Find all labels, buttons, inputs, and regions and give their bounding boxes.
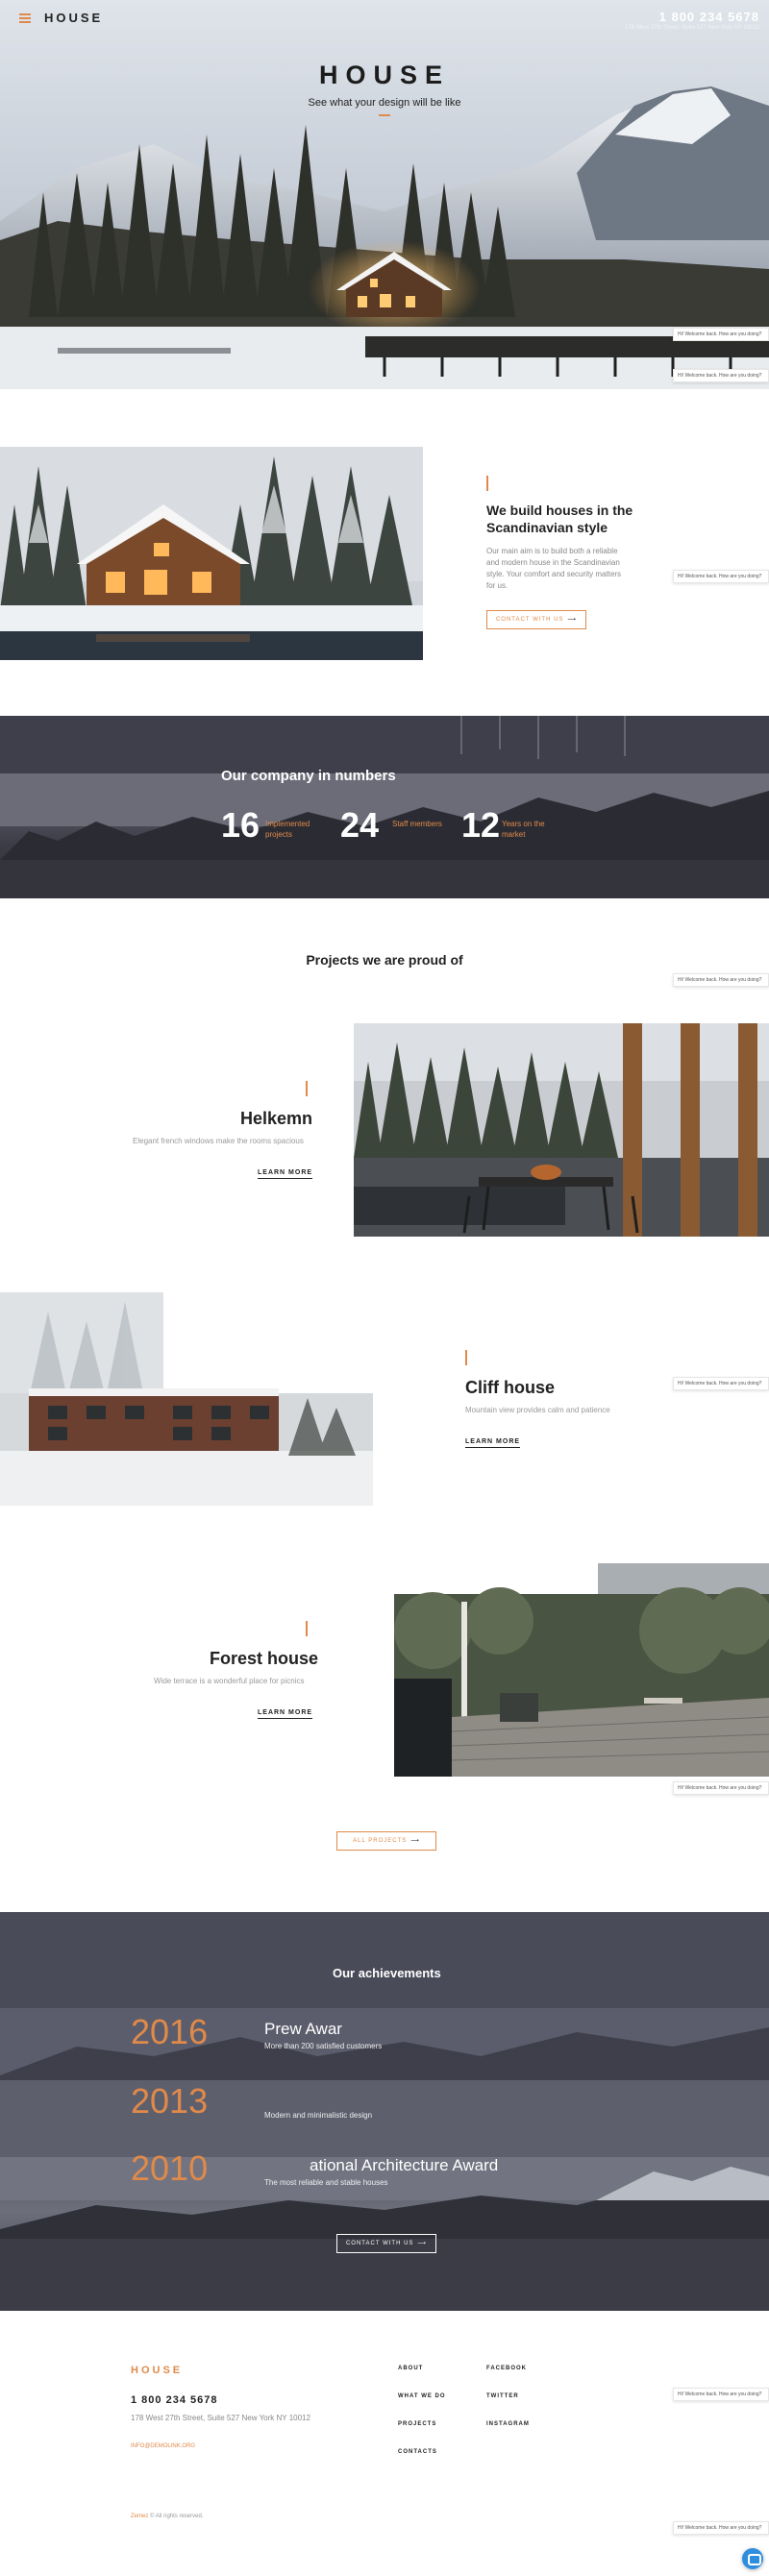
achievement-award: ational Architecture Award bbox=[310, 2156, 499, 2174]
footer-link-facebook[interactable]: FACEBOOK bbox=[486, 2366, 527, 2371]
copyright-brand[interactable]: Zemez bbox=[131, 2514, 148, 2519]
about-title: We build houses in the Scandinavian styl… bbox=[486, 503, 633, 535]
projects-section-title: Projects we are proud of bbox=[306, 952, 463, 968]
footer-copyright: Zemez © All rights reserved. bbox=[131, 2514, 203, 2519]
footer-link-instagram[interactable]: INSTAGRAM bbox=[486, 2421, 530, 2427]
footer-link-contacts[interactable]: CONTACTS bbox=[398, 2449, 437, 2455]
arrow-right-icon: ⟶ bbox=[417, 2241, 428, 2246]
footer-logo[interactable]: HOUSE bbox=[131, 2365, 183, 2376]
footer-phone[interactable]: 1 800 234 5678 bbox=[131, 2394, 217, 2406]
achievement-description: The most reliable and stable houses bbox=[264, 2178, 388, 2187]
chat-popup[interactable]: Hi! Welcome back. How are you doing? bbox=[673, 369, 769, 382]
learn-more-link[interactable]: LEARN MORE bbox=[258, 1169, 313, 1179]
achievement-year: 2010 bbox=[131, 2148, 209, 2188]
stat-label: Staff members bbox=[392, 820, 442, 828]
project-image-helkemn[interactable] bbox=[354, 1023, 769, 1237]
accent-bar bbox=[465, 1350, 467, 1365]
project-title[interactable]: Helkemn bbox=[240, 1109, 312, 1129]
project-image-forest-house[interactable] bbox=[394, 1563, 769, 1777]
stat-label: Years on the market bbox=[502, 820, 545, 839]
accent-bar bbox=[486, 476, 488, 491]
footer-link-about[interactable]: ABOUT bbox=[398, 2366, 423, 2371]
project-description: Elegant french windows make the rooms sp… bbox=[133, 1137, 304, 1145]
chat-popup[interactable]: Hi! Welcome back. How are you doing? bbox=[673, 2521, 769, 2535]
accent-bar bbox=[306, 1621, 308, 1636]
contact-button-label: CONTACT WITH US bbox=[495, 617, 564, 623]
achievement-description: More than 200 satisfied customers bbox=[264, 2042, 383, 2050]
chat-popup[interactable]: Hi! Welcome back. How are you doing? bbox=[673, 1377, 769, 1390]
footer-address: 178 West 27th Street, Suite 527 New York… bbox=[131, 2414, 310, 2422]
all-projects-button[interactable]: ALL PROJECTS ⟶ bbox=[336, 1831, 436, 1851]
learn-more-link[interactable]: LEARN MORE bbox=[258, 1709, 313, 1719]
chat-widget-icon[interactable] bbox=[742, 2548, 763, 2569]
hero-landscape-image bbox=[0, 0, 769, 389]
footer-email-link[interactable]: INFO@DEMOLINK.ORG bbox=[131, 2443, 195, 2449]
achievement-award: Prew Awar bbox=[264, 2020, 342, 2038]
project-title[interactable]: Cliff house bbox=[465, 1378, 555, 1398]
project-description: Mountain view provides calm and patience bbox=[465, 1406, 610, 1414]
hero-title: HOUSE bbox=[318, 61, 451, 89]
project-description: Wide terrace is a wonderful place for pi… bbox=[154, 1677, 305, 1685]
accent-divider bbox=[379, 114, 390, 116]
footer-link-what-we-do[interactable]: WHAT WE DO bbox=[398, 2393, 446, 2399]
site-logo[interactable]: HOUSE bbox=[44, 11, 103, 25]
header-address: 178 West 27th Street, Suite 527 New York… bbox=[624, 25, 759, 31]
arrow-right-icon: ⟶ bbox=[567, 617, 578, 623]
stat-value: 12 bbox=[461, 805, 501, 845]
footer-link-twitter[interactable]: TWITTER bbox=[486, 2393, 519, 2399]
top-navigation-bar: HOUSE 1 800 234 5678 178 West 27th Stree… bbox=[0, 0, 769, 38]
hero-section: HOUSE 1 800 234 5678 178 West 27th Stree… bbox=[0, 0, 769, 389]
company-numbers-section: Our company in numbers 16 Implemented pr… bbox=[0, 716, 769, 898]
stat-value: 16 bbox=[221, 805, 260, 845]
contact-with-us-button[interactable]: CONTACT WITH US ⟶ bbox=[336, 2234, 436, 2253]
arrow-right-icon: ⟶ bbox=[410, 1838, 420, 1844]
learn-more-link[interactable]: LEARN MORE bbox=[465, 1438, 521, 1448]
contact-button-label: CONTACT WITH US bbox=[345, 2241, 414, 2246]
chat-popup[interactable]: Hi! Welcome back. How are you doing? bbox=[673, 1781, 769, 1795]
copyright-text: © All rights reserved. bbox=[150, 2514, 204, 2519]
about-description: Our main aim is to build both a reliable… bbox=[486, 547, 622, 590]
numbers-title: Our company in numbers bbox=[221, 768, 396, 784]
contact-with-us-button[interactable]: CONTACT WITH US ⟶ bbox=[486, 610, 586, 629]
achievement-description: Modern and minimalistic design bbox=[264, 2111, 373, 2120]
project-title[interactable]: Forest house bbox=[210, 1649, 318, 1669]
chat-popup[interactable]: Hi! Welcome back. How are you doing? bbox=[673, 2388, 769, 2401]
hero-subtitle: See what your design will be like bbox=[308, 97, 461, 109]
stat-label: Implemented projects bbox=[265, 820, 310, 839]
chat-popup[interactable]: Hi! Welcome back. How are you doing? bbox=[673, 570, 769, 583]
chat-popup[interactable]: Hi! Welcome back. How are you doing? bbox=[673, 973, 769, 987]
project-image-cliff-house[interactable] bbox=[0, 1292, 373, 1506]
achievements-title: Our achievements bbox=[333, 1966, 441, 1980]
header-phone[interactable]: 1 800 234 5678 bbox=[659, 10, 759, 24]
stat-value: 24 bbox=[340, 805, 380, 845]
achievements-section: Our achievements 2016 Prew Awar More tha… bbox=[0, 1912, 769, 2311]
menu-icon[interactable] bbox=[19, 13, 31, 23]
chat-popup[interactable]: Hi! Welcome back. How are you doing? bbox=[673, 328, 769, 341]
accent-bar bbox=[306, 1081, 308, 1096]
all-projects-button-label: ALL PROJECTS bbox=[353, 1838, 408, 1844]
achievement-year: 2016 bbox=[131, 2012, 209, 2051]
about-house-image bbox=[0, 447, 423, 660]
achievement-year: 2013 bbox=[131, 2081, 209, 2121]
lake-background-image bbox=[0, 716, 769, 898]
footer-link-projects[interactable]: PROJECTS bbox=[398, 2421, 436, 2427]
